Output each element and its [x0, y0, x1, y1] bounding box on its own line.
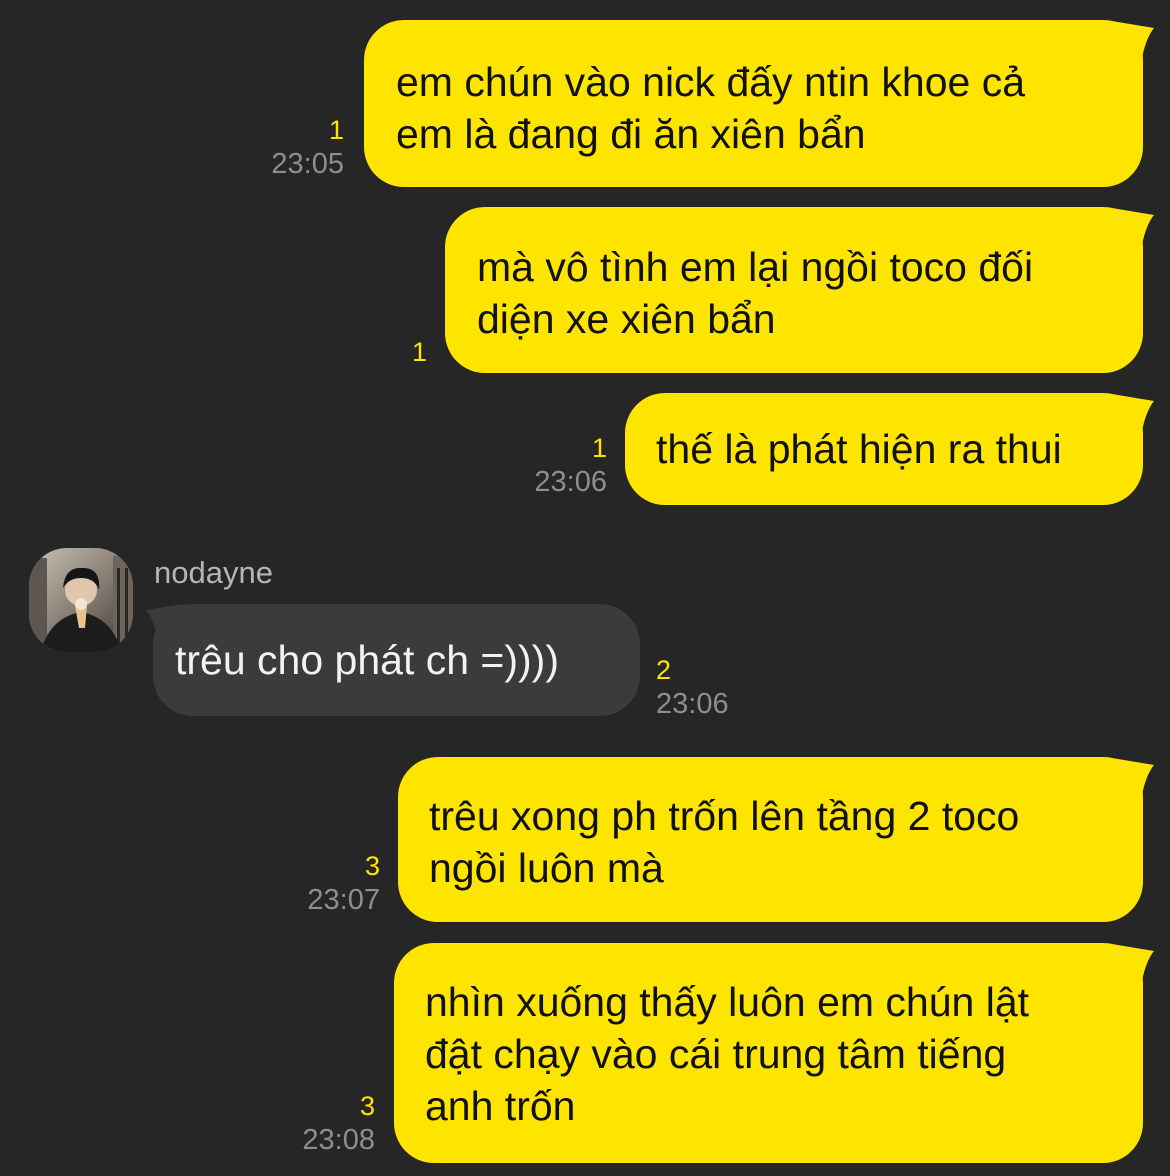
message-bubble-outgoing[interactable]: thế là phát hiện ra thui: [625, 393, 1143, 505]
message-bubble-outgoing[interactable]: trêu xong ph trốn lên tầng 2 toco ngồi l…: [398, 757, 1143, 922]
timestamp: 23:05: [271, 148, 344, 180]
message-line: trêu xong ph trốn lên tầng 2 toco: [429, 793, 1020, 839]
unread-count: 1: [591, 433, 607, 463]
message-line: đật chạy vào cái trung tâm tiếng: [425, 1031, 1007, 1077]
message-meta: 1 23:05: [236, 114, 344, 182]
profile-photo-avatar-icon: [29, 548, 133, 652]
message-line: trêu cho phát ch =)))): [175, 637, 559, 683]
sender-name: nodayne: [154, 555, 273, 590]
unread-count: 2: [656, 655, 672, 685]
bubble-tail-icon: [1106, 207, 1154, 245]
unread-count: 1: [411, 337, 427, 367]
unread-count: 1: [328, 115, 344, 145]
message-line: thế là phát hiện ra thui: [656, 426, 1062, 472]
message-meta: 1: [347, 336, 427, 368]
bubble-tail-icon: [146, 604, 184, 640]
timestamp: 23:08: [302, 1124, 375, 1156]
message-line: diện xe xiên bẩn: [477, 296, 776, 342]
message-bubble-outgoing[interactable]: mà vô tình em lại ngồi toco đối diện xe …: [445, 207, 1143, 373]
message-line: mà vô tình em lại ngồi toco đối: [477, 244, 1034, 290]
message-bubble-outgoing[interactable]: em chún vào nick đấy ntin khoe cả em là …: [364, 20, 1143, 187]
message-meta: 3 23:07: [270, 850, 380, 918]
message-line: anh trốn: [425, 1083, 576, 1129]
bubble-tail-icon: [1106, 20, 1154, 58]
timestamp: 23:06: [656, 688, 729, 720]
timestamp: 23:06: [534, 466, 607, 498]
unread-count: 3: [364, 851, 380, 881]
bubble-tail-icon: [1106, 757, 1154, 795]
message-bubble-outgoing[interactable]: nhìn xuống thấy luôn em chún lật đật chạ…: [394, 943, 1143, 1163]
message-line: em chún vào nick đấy ntin khoe cả: [396, 59, 1026, 105]
bubble-tail-icon: [1106, 393, 1154, 431]
message-line: nhìn xuống thấy luôn em chún lật: [425, 979, 1030, 1025]
message-meta: 1 23:06: [497, 432, 607, 500]
message-meta: 3 23:08: [264, 1090, 375, 1158]
message-line: em là đang đi ăn xiên bẩn: [396, 111, 866, 157]
message-meta: 2 23:06: [656, 654, 766, 722]
bubble-tail-icon: [1106, 943, 1154, 981]
timestamp: 23:07: [307, 884, 380, 916]
message-line: ngồi luôn mà: [429, 845, 664, 891]
avatar[interactable]: [29, 548, 133, 652]
unread-count: 3: [359, 1091, 375, 1121]
message-bubble-incoming[interactable]: trêu cho phát ch =)))): [153, 604, 640, 716]
